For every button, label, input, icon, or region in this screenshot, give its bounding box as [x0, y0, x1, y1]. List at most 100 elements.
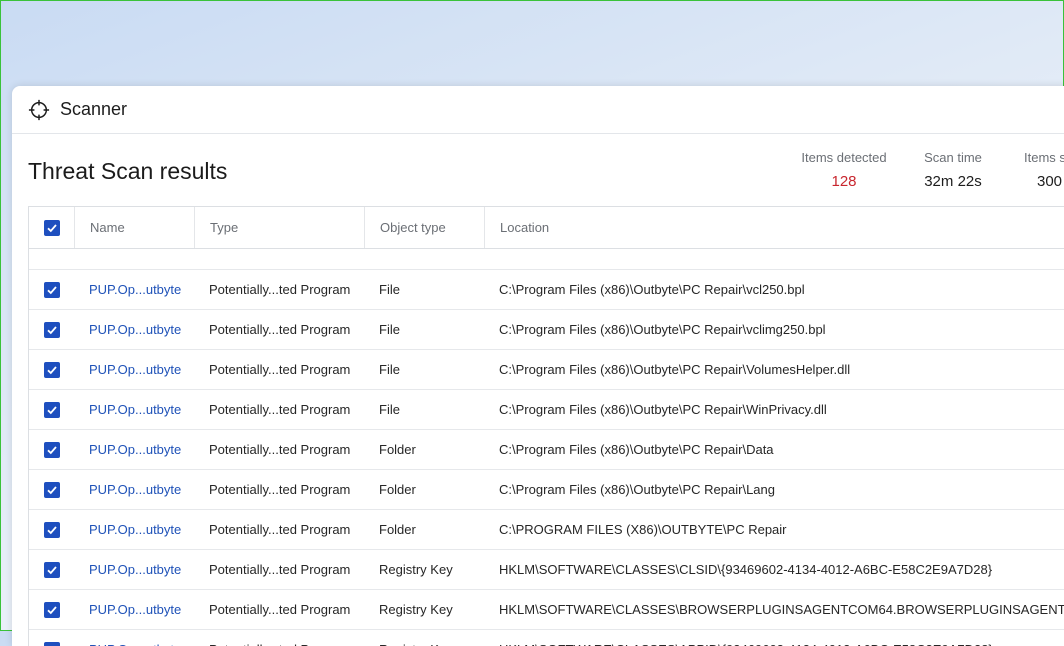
- table-body: PUP.Op...utbyte Potentially...ted Progra…: [29, 270, 1064, 646]
- location: C:\Program Files (x86)\Outbyte\PC Repair…: [484, 402, 1064, 417]
- object-type: Registry Key: [364, 642, 484, 646]
- threat-name-link[interactable]: PUP.Op...utbyte: [89, 602, 181, 617]
- stat-items-scanned: Items s 300: [1024, 150, 1064, 190]
- table-row-partial: [29, 249, 1064, 270]
- location: HKLM\SOFTWARE\CLASSES\CLSID\{93469602-41…: [484, 562, 1064, 577]
- location: C:\Program Files (x86)\Outbyte\PC Repair…: [484, 362, 1064, 377]
- table-row[interactable]: PUP.Op...utbyte Potentially...ted Progra…: [29, 350, 1064, 390]
- column-header-location[interactable]: Location: [485, 220, 1064, 235]
- threat-type: Potentially...ted Program: [194, 482, 364, 497]
- column-header-type[interactable]: Type: [195, 207, 365, 248]
- object-type: File: [364, 282, 484, 297]
- object-type: File: [364, 322, 484, 337]
- object-type: File: [364, 362, 484, 377]
- checkmark-icon: [46, 564, 58, 576]
- threat-name-link[interactable]: PUP.Op...utbyte: [89, 442, 181, 457]
- table-row[interactable]: PUP.Op...utbyte Potentially...ted Progra…: [29, 270, 1064, 310]
- threat-name-link[interactable]: PUP.Op...utbyte: [89, 562, 181, 577]
- threat-type: Potentially...ted Program: [194, 562, 364, 577]
- threat-name-link[interactable]: PUP.Op...utbyte: [89, 362, 181, 377]
- threat-name-link[interactable]: PUP.Op...utbyte: [89, 482, 181, 497]
- threat-type: Potentially...ted Program: [194, 402, 364, 417]
- threat-type: Potentially...ted Program: [194, 642, 364, 646]
- location: C:\Program Files (x86)\Outbyte\PC Repair…: [484, 322, 1064, 337]
- checkmark-icon: [46, 284, 58, 296]
- threat-name-link[interactable]: PUP.Op...utbyte: [89, 282, 181, 297]
- location: C:\Program Files (x86)\Outbyte\PC Repair…: [484, 482, 1064, 497]
- row-checkbox-cell: [29, 630, 74, 646]
- column-header-object-type[interactable]: Object type: [365, 207, 485, 248]
- object-type: Folder: [364, 522, 484, 537]
- location: C:\Program Files (x86)\Outbyte\PC Repair…: [484, 442, 1064, 457]
- table-row[interactable]: PUP.Op...utbyte Potentially...ted Progra…: [29, 550, 1064, 590]
- row-checkbox[interactable]: [44, 642, 60, 646]
- select-all-cell: [29, 207, 75, 248]
- threat-type: Potentially...ted Program: [194, 442, 364, 457]
- table-row[interactable]: PUP.Op...utbyte Potentially...ted Progra…: [29, 390, 1064, 430]
- table-row[interactable]: PUP.Op...utbyte Potentially...ted Progra…: [29, 430, 1064, 470]
- checkmark-icon: [46, 324, 58, 336]
- row-checkbox[interactable]: [44, 482, 60, 498]
- stat-scan-time: Scan time 32m 22s: [918, 150, 988, 190]
- select-all-checkbox[interactable]: [44, 220, 60, 236]
- threat-name-link[interactable]: PUP.Op...utbyte: [89, 322, 181, 337]
- column-header-name[interactable]: Name: [75, 207, 195, 248]
- row-checkbox[interactable]: [44, 602, 60, 618]
- threat-type: Potentially...ted Program: [194, 362, 364, 377]
- page-title: Threat Scan results: [28, 158, 227, 185]
- stat-label: Items detected: [799, 150, 889, 165]
- crosshair-icon: [28, 99, 50, 121]
- table-row[interactable]: PUP.Op...utbyte Potentially...ted Progra…: [29, 630, 1064, 646]
- location: HKLM\SOFTWARE\CLASSES\BROWSERPLUGINSAGEN…: [484, 602, 1064, 617]
- row-checkbox-cell: [29, 270, 74, 309]
- threat-type: Potentially...ted Program: [194, 522, 364, 537]
- table-row[interactable]: PUP.Op...utbyte Potentially...ted Progra…: [29, 470, 1064, 510]
- row-checkbox[interactable]: [44, 402, 60, 418]
- row-checkbox-cell: [29, 550, 74, 589]
- stat-value: 300: [1024, 173, 1064, 190]
- stat-label: Scan time: [918, 150, 988, 165]
- location: HKLM\SOFTWARE\CLASSES\APPID\{93469602-41…: [484, 642, 1064, 646]
- row-checkbox[interactable]: [44, 322, 60, 338]
- location: C:\Program Files (x86)\Outbyte\PC Repair…: [484, 282, 1064, 297]
- checkmark-icon: [46, 524, 58, 536]
- row-checkbox-cell: [29, 470, 74, 509]
- window-title: Scanner: [60, 99, 127, 120]
- threat-name-link[interactable]: PUP.Op...utbyte: [89, 522, 181, 537]
- row-checkbox[interactable]: [44, 282, 60, 298]
- title-bar: Scanner: [12, 86, 1064, 134]
- row-checkbox[interactable]: [44, 562, 60, 578]
- stat-label: Items s: [1024, 150, 1064, 165]
- table-row[interactable]: PUP.Op...utbyte Potentially...ted Progra…: [29, 310, 1064, 350]
- row-checkbox-cell: [29, 590, 74, 629]
- object-type: Folder: [364, 482, 484, 497]
- object-type: File: [364, 402, 484, 417]
- checkmark-icon: [46, 404, 58, 416]
- results-table: Name Type Object type Location PUP.Op...…: [28, 206, 1064, 646]
- threat-type: Potentially...ted Program: [194, 602, 364, 617]
- checkmark-icon: [46, 222, 58, 234]
- object-type: Folder: [364, 442, 484, 457]
- row-checkbox-cell: [29, 390, 74, 429]
- stat-items-detected: Items detected 128: [799, 150, 889, 190]
- threat-name-link[interactable]: PUP.Op...utbyte: [89, 402, 181, 417]
- row-checkbox-cell: [29, 310, 74, 349]
- row-checkbox[interactable]: [44, 522, 60, 538]
- object-type: Registry Key: [364, 562, 484, 577]
- row-checkbox-cell: [29, 430, 74, 469]
- row-checkbox[interactable]: [44, 442, 60, 458]
- table-row[interactable]: PUP.Op...utbyte Potentially...ted Progra…: [29, 590, 1064, 630]
- row-checkbox-cell: [29, 510, 74, 549]
- stat-value: 32m 22s: [918, 173, 988, 190]
- table-row[interactable]: PUP.Op...utbyte Potentially...ted Progra…: [29, 510, 1064, 550]
- location: C:\PROGRAM FILES (X86)\OUTBYTE\PC Repair: [484, 522, 1064, 537]
- checkmark-icon: [46, 604, 58, 616]
- table-header: Name Type Object type Location: [29, 207, 1064, 249]
- threat-type: Potentially...ted Program: [194, 322, 364, 337]
- row-checkbox[interactable]: [44, 362, 60, 378]
- threat-name-link[interactable]: PUP.Op...utbyte: [89, 642, 181, 646]
- row-checkbox-cell: [29, 350, 74, 389]
- threat-type: Potentially...ted Program: [194, 282, 364, 297]
- results-header: Threat Scan results Items detected 128 S…: [12, 134, 1064, 206]
- checkmark-icon: [46, 444, 58, 456]
